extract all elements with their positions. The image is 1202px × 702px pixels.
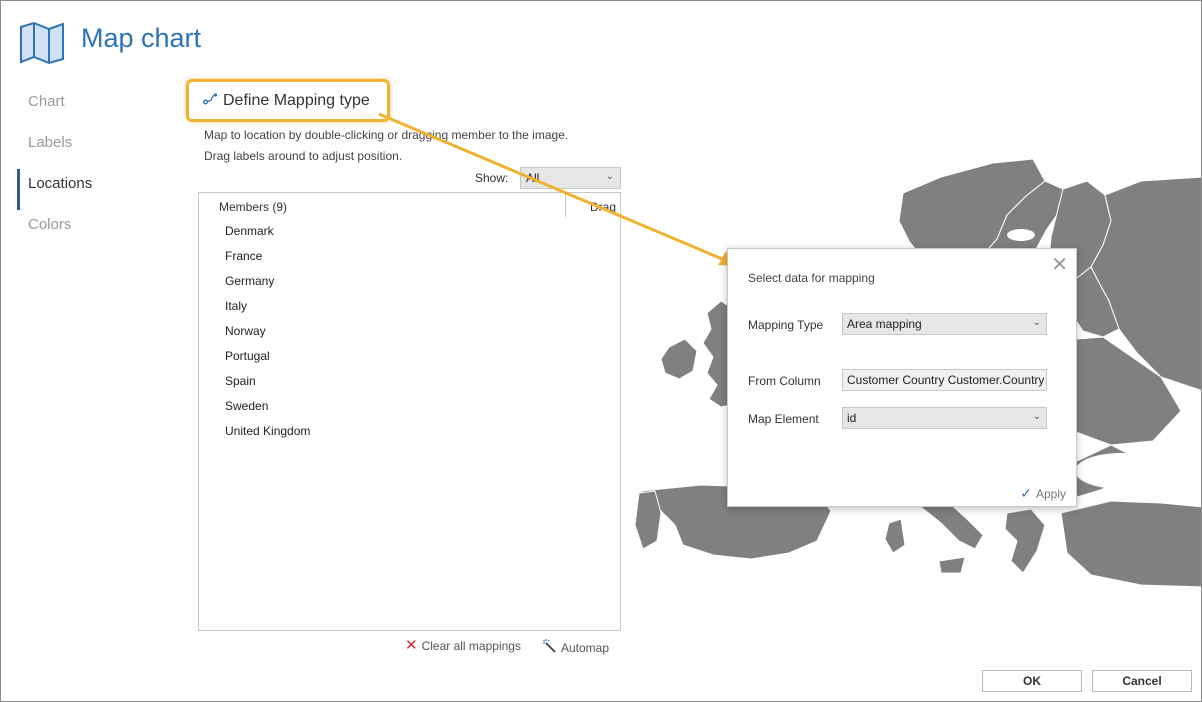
from-column-label: From Column bbox=[748, 374, 821, 388]
members-list: Members (9) Drag Denmark France Germany … bbox=[198, 192, 621, 631]
map-element-label: Map Element bbox=[748, 412, 819, 426]
side-nav: Chart Labels Locations Colors bbox=[17, 87, 167, 251]
chevron-down-icon: ⌄ bbox=[605, 171, 614, 182]
apply-label: Apply bbox=[1035, 486, 1066, 501]
mapping-type-value: Area mapping bbox=[847, 317, 922, 331]
clear-all-mappings-button[interactable]: ✕ Clear all mappings bbox=[405, 637, 521, 654]
chevron-down-icon: ⌄ bbox=[1032, 317, 1041, 328]
apply-button[interactable]: ✓ Apply bbox=[1020, 485, 1066, 502]
list-item[interactable]: France bbox=[225, 249, 262, 263]
map-region-turkey[interactable] bbox=[1060, 500, 1202, 588]
map-element-select[interactable]: id ⌄ bbox=[842, 407, 1047, 429]
cancel-button[interactable]: Cancel bbox=[1092, 670, 1192, 692]
mapping-type-label: Mapping Type bbox=[748, 318, 824, 332]
ok-button[interactable]: OK bbox=[982, 670, 1082, 692]
list-item[interactable]: Denmark bbox=[225, 224, 274, 238]
show-filter-select[interactable]: All ⌄ bbox=[520, 167, 621, 189]
list-item[interactable]: Spain bbox=[225, 374, 256, 388]
map-icon bbox=[19, 21, 65, 65]
clear-mappings-label: Clear all mappings bbox=[421, 639, 521, 653]
define-mapping-type-link[interactable]: Define Mapping type bbox=[203, 92, 370, 110]
list-item[interactable]: Germany bbox=[225, 274, 274, 288]
nav-item-chart[interactable]: Chart bbox=[17, 87, 167, 128]
nav-item-colors[interactable]: Colors bbox=[17, 210, 167, 251]
list-item[interactable]: Norway bbox=[225, 324, 266, 338]
drag-column-header: Drag bbox=[590, 200, 617, 214]
select-data-dialog: Select data for mapping ✕ Mapping Type A… bbox=[727, 248, 1077, 507]
check-icon: ✓ bbox=[1020, 485, 1032, 501]
map-element-value: id bbox=[847, 411, 857, 425]
map-chart-dialog-window: Map chart Chart Labels Locations Colors … bbox=[0, 0, 1202, 702]
dialog-title: Select data for mapping bbox=[748, 271, 875, 285]
close-icon[interactable]: ✕ bbox=[1051, 252, 1068, 277]
from-column-field[interactable]: Customer Country Customer.Country bbox=[842, 369, 1047, 391]
automap-label: Automap bbox=[561, 640, 610, 655]
members-header: Members (9) bbox=[219, 200, 288, 214]
map-region-portugal[interactable] bbox=[634, 490, 662, 550]
close-icon: ✕ bbox=[405, 637, 418, 654]
show-label: Show: bbox=[475, 171, 509, 185]
chevron-down-icon: ⌄ bbox=[1032, 411, 1041, 422]
define-mapping-label: Define Mapping type bbox=[223, 92, 370, 109]
page-title: Map chart bbox=[81, 23, 202, 53]
map-region-ireland[interactable] bbox=[660, 338, 698, 380]
column-divider bbox=[565, 193, 566, 217]
map-region-sicily[interactable] bbox=[938, 556, 966, 574]
magic-wand-icon bbox=[543, 639, 557, 656]
nav-item-locations[interactable]: Locations bbox=[17, 169, 167, 210]
mapping-type-select[interactable]: Area mapping ⌄ bbox=[842, 313, 1047, 335]
mapping-hint-text: Map to location by double-clicking or dr… bbox=[204, 128, 569, 142]
list-item[interactable]: Sweden bbox=[225, 399, 268, 413]
map-region-sardinia[interactable] bbox=[884, 518, 906, 554]
automap-button[interactable]: Automap bbox=[543, 639, 609, 656]
mapping-link-icon bbox=[203, 92, 218, 110]
list-item[interactable]: Portugal bbox=[225, 349, 270, 363]
nav-item-labels[interactable]: Labels bbox=[17, 128, 167, 169]
list-item[interactable]: United Kingdom bbox=[225, 424, 310, 438]
show-select-value: All bbox=[526, 171, 540, 185]
list-item[interactable]: Italy bbox=[225, 299, 247, 313]
map-region-greece[interactable] bbox=[1004, 508, 1046, 574]
drag-hint-text: Drag labels around to adjust position. bbox=[204, 149, 403, 163]
